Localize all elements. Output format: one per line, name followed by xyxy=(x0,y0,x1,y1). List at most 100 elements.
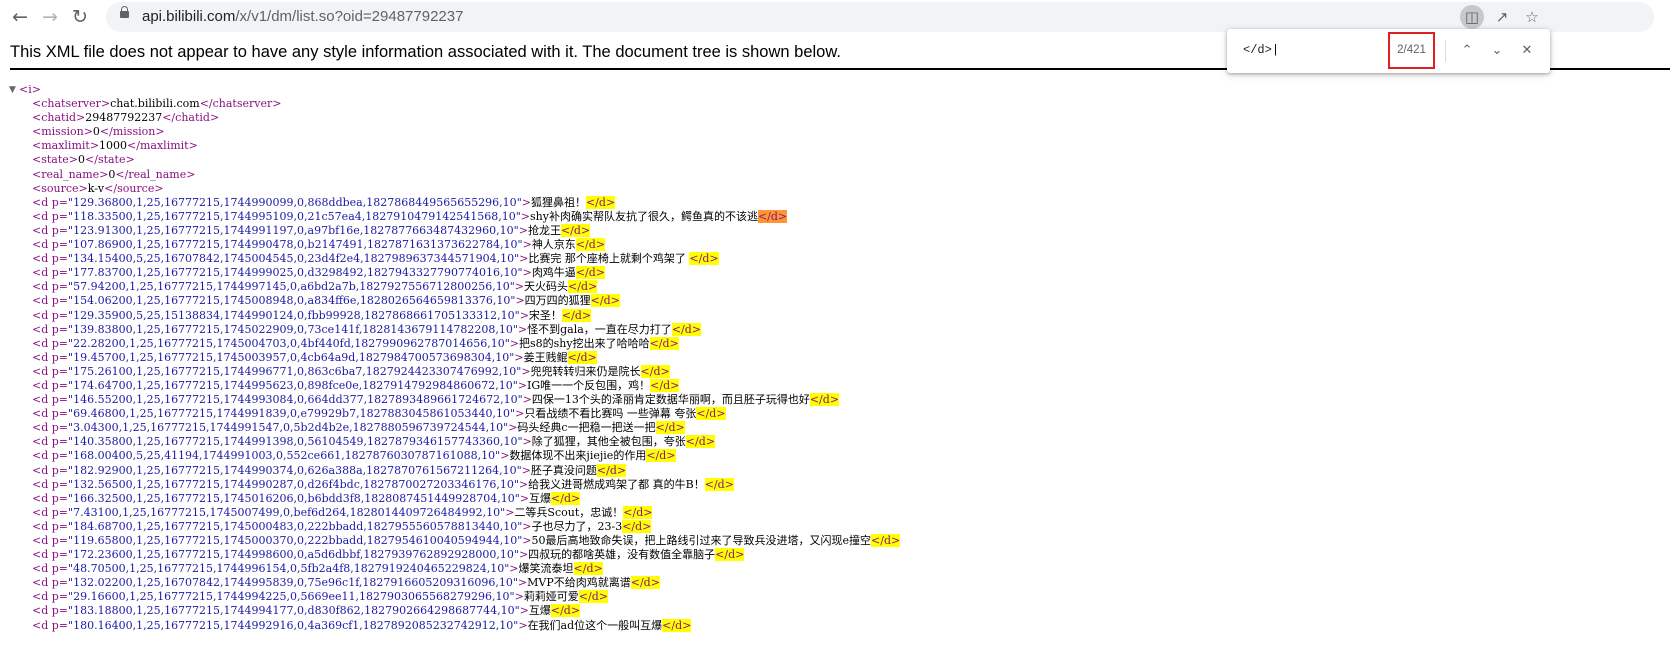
find-highlight: </d> xyxy=(560,223,591,237)
xml-open-tag: <source> xyxy=(32,181,88,195)
danmaku-text: 码头经典c一把稳一把送一把 xyxy=(517,421,656,435)
xml-open-tag: <mission> xyxy=(32,125,93,139)
xml-danmaku-line: <d p="168.00400,5,25,41194,1744991003,0,… xyxy=(0,449,1671,463)
address-bar[interactable]: api.bilibili.com/x/v1/dm/list.so?oid=294… xyxy=(106,2,1654,32)
xml-danmaku-line: <d p="3.04300,1,25,16777215,1744991547,0… xyxy=(0,421,1671,435)
xml-tag-end: > xyxy=(518,223,528,237)
xml-attr-value: "139.83800,1,25,16777215,1745022909,0,73… xyxy=(68,322,518,336)
xml-attr-name: p= xyxy=(51,548,69,562)
find-highlight: </d> xyxy=(623,505,653,519)
xml-attr-value: "123.91300,1,25,16777215,1744991197,0,a9… xyxy=(68,223,519,237)
url-path: /x/v1/dm/list.so?oid=29487792237 xyxy=(235,8,464,25)
find-in-page-icon[interactable]: ◫ xyxy=(1460,5,1484,29)
forward-arrow-icon[interactable]: → xyxy=(37,4,63,30)
xml-d-open-tag: <d xyxy=(32,308,52,322)
danmaku-text: 抢龙王 xyxy=(527,223,561,237)
xml-d-open-tag: <d xyxy=(32,604,52,618)
xml-attr-value: "3.04300,1,25,16777215,1744991547,0,5b2d… xyxy=(68,421,509,435)
xml-tag-end: > xyxy=(522,534,532,547)
xml-attr-name: p= xyxy=(51,308,69,322)
xml-meta-value: 0 xyxy=(78,153,85,167)
xml-danmaku-line: <d p="48.70500,1,25,16777215,1744996154,… xyxy=(0,562,1671,576)
root-tag: <i> xyxy=(19,83,41,96)
xml-d-open-tag: <d xyxy=(32,449,52,463)
xml-d-open-tag: <d xyxy=(32,576,52,590)
find-highlight: </d> xyxy=(662,618,692,632)
xml-attr-value: "119.65800,1,25,16777215,1745000370,0,22… xyxy=(68,534,523,547)
danmaku-text: 在我们ad位这个一般叫互爆 xyxy=(527,618,663,632)
xml-attr-name: p= xyxy=(51,562,69,576)
find-highlight: </d> xyxy=(575,266,605,280)
xml-attr-name: p= xyxy=(51,266,69,280)
xml-danmaku-line: <d p="166.32500,1,25,16777215,1745016206… xyxy=(0,491,1671,506)
xml-attr-value: "118.33500,1,25,16777215,1744995109,0,21… xyxy=(68,209,521,223)
xml-attr-name: p= xyxy=(51,618,69,632)
find-input[interactable]: </d>| xyxy=(1243,43,1279,57)
find-highlight: </d> xyxy=(575,238,605,252)
xml-danmaku-line: <d p="140.35800,1,25,16777215,1744991398… xyxy=(0,435,1671,449)
xml-danmaku-line: <d p="177.83700,1,25,16777215,1744999025… xyxy=(0,266,1671,280)
xml-danmaku-line: <d p="182.92900,1,25,16777215,1744990374… xyxy=(0,463,1671,478)
share-icon[interactable]: ↗ xyxy=(1490,5,1514,29)
xml-danmaku-line: <d p="107.86900,1,25,16777215,1744990478… xyxy=(0,238,1671,252)
xml-close-tag: </chatid> xyxy=(162,111,220,125)
xml-attr-name: p= xyxy=(51,604,69,618)
xml-d-open-tag: <d xyxy=(32,393,52,407)
find-highlight: </d> xyxy=(568,280,598,294)
bookmark-star-icon[interactable]: ☆ xyxy=(1520,5,1544,29)
danmaku-text: 怪不到gala，一直在尽力打了 xyxy=(527,322,672,336)
xml-danmaku-line: <d p="175.26100,1,25,16777215,1744996771… xyxy=(0,364,1671,379)
url-text[interactable]: api.bilibili.com/x/v1/dm/list.so?oid=294… xyxy=(142,8,463,25)
xml-close-tag: </source> xyxy=(104,181,164,195)
xml-meta-line: <chatid>29487792237</chatid> xyxy=(0,111,1671,125)
collapse-triangle-icon[interactable]: ▼ xyxy=(9,83,16,97)
xml-tag-end: > xyxy=(521,364,531,378)
xml-tag-end: > xyxy=(509,562,519,576)
chevron-up-icon[interactable]: ⌃ xyxy=(1455,39,1479,63)
danmaku-text: 肉鸡牛逼 xyxy=(531,266,576,280)
danmaku-text: 把s8的shy挖出来了哈哈哈 xyxy=(519,336,650,350)
xml-danmaku-line: <d p="57.94200,1,25,16777215,1744997145,… xyxy=(0,280,1671,294)
xml-tag-end: > xyxy=(515,407,525,421)
xml-attr-value: "182.92900,1,25,16777215,1744990374,0,62… xyxy=(68,463,522,477)
find-highlight: </d> xyxy=(646,449,676,463)
danmaku-text: 比赛完 那个座椅上就剩个鸡架了 xyxy=(528,252,690,266)
xml-attr-name: p= xyxy=(51,238,69,252)
danmaku-text: 50最后高地致命失误，把上路线引过来了导致兵没进塔，又闪现e撞空 xyxy=(531,534,872,547)
xml-attr-value: "177.83700,1,25,16777215,1744999025,0,d3… xyxy=(68,266,523,280)
xml-d-open-tag: <d xyxy=(32,590,52,604)
danmaku-text: 只看战绩不看比赛吗 一些弹幕 夸张 xyxy=(524,407,697,421)
danmaku-text: 宋圣！ xyxy=(528,308,562,322)
xml-danmaku-line: <d p="129.35900,5,25,15138834,1744990124… xyxy=(0,308,1671,323)
close-icon[interactable]: ✕ xyxy=(1515,39,1539,63)
xml-danmaku-line: <d p="154.06200,1,25,16777215,1745008948… xyxy=(0,294,1671,308)
xml-tag-end: > xyxy=(519,491,530,505)
find-highlight: </d> xyxy=(551,491,581,505)
xml-attr-value: "107.86900,1,25,16777215,1744990478,0,b2… xyxy=(68,238,523,252)
xml-danmaku-line: <d p="132.02200,1,25,16707842,1744995839… xyxy=(0,576,1671,590)
find-highlight: </d> xyxy=(649,336,679,350)
xml-attr-value: "172.23600,1,25,16777215,1744998600,0,a5… xyxy=(68,548,519,562)
find-highlight: </d> xyxy=(655,421,685,435)
xml-open-tag: <state> xyxy=(32,153,78,167)
reload-icon[interactable]: ↻ xyxy=(67,4,93,30)
xml-tag-end: > xyxy=(515,294,525,308)
xml-attr-value: "140.35800,1,25,16777215,1744991398,0,56… xyxy=(68,435,523,449)
xml-attr-value: "183.18800,1,25,16777215,1744994177,0,d8… xyxy=(68,604,520,618)
xml-d-open-tag: <d xyxy=(32,238,52,252)
xml-open-tag: <chatid> xyxy=(32,111,86,125)
xml-danmaku-line: <d p="119.65800,1,25,16777215,1745000370… xyxy=(0,534,1671,548)
xml-tag-end: > xyxy=(517,378,528,392)
chevron-down-icon[interactable]: ⌄ xyxy=(1485,39,1509,63)
find-highlight: </d> xyxy=(671,322,701,336)
lock-icon[interactable] xyxy=(120,6,129,18)
xml-attr-name: p= xyxy=(51,519,69,533)
back-arrow-icon[interactable]: ← xyxy=(7,4,33,30)
find-highlight: </d> xyxy=(578,590,608,604)
xml-attr-name: p= xyxy=(51,322,69,336)
xml-d-open-tag: <d xyxy=(32,407,52,421)
xml-attr-value: "69.46800,1,25,16777215,1744991839,0,e79… xyxy=(68,407,516,421)
danmaku-text: shy补肉确实帮队友抗了很久，鳄鱼真的不该逃 xyxy=(530,209,758,223)
xml-d-open-tag: <d xyxy=(32,477,52,491)
xml-d-open-tag: <d xyxy=(32,294,52,308)
